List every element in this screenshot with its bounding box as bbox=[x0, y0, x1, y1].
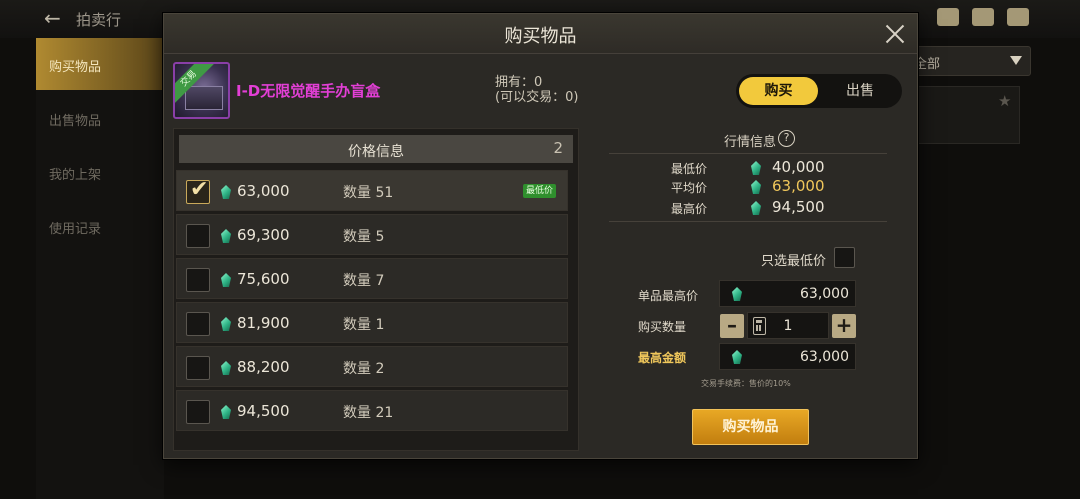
fee-note: 交易手续费：售价的10% bbox=[701, 379, 791, 388]
total-max-display: 63,000 bbox=[719, 343, 856, 370]
row-quantity: 数量 1 bbox=[343, 317, 385, 333]
lowest-price-label: 最低价 bbox=[671, 162, 708, 176]
tab-sell[interactable]: 出售 bbox=[822, 77, 898, 105]
divider bbox=[609, 221, 887, 222]
sidebar-item-sell[interactable]: 出售物品 bbox=[36, 92, 164, 144]
row-checkbox[interactable]: ✔ bbox=[186, 177, 210, 204]
gem-icon bbox=[751, 180, 761, 194]
tab-buy[interactable]: 购买 bbox=[739, 77, 818, 105]
row-price: 88,200 bbox=[237, 358, 290, 376]
quantity-label: 购买数量 bbox=[638, 320, 687, 334]
gem-icon bbox=[221, 273, 231, 287]
row-checkbox[interactable] bbox=[186, 312, 210, 336]
gem-icon bbox=[221, 185, 231, 199]
highest-price-label: 最高价 bbox=[671, 202, 708, 216]
price-row[interactable]: ✔ 63,000 数量 51 最低价 bbox=[176, 170, 568, 211]
quantity-value: 1 bbox=[783, 318, 793, 334]
quantity-input[interactable]: 1 bbox=[747, 312, 829, 339]
row-price: 75,600 bbox=[237, 270, 290, 288]
row-quantity: 数量 21 bbox=[343, 405, 394, 421]
only-lowest-label: 只选最低价 bbox=[761, 254, 827, 269]
gem-icon bbox=[221, 361, 231, 375]
price-row[interactable]: 94,500 数量 21 bbox=[176, 390, 568, 431]
unit-max-price-input[interactable]: 63,000 bbox=[719, 280, 856, 307]
back-arrow-icon[interactable]: ← bbox=[44, 8, 66, 28]
unit-max-price-value: 63,000 bbox=[800, 286, 849, 302]
increment-button[interactable]: + bbox=[832, 314, 856, 338]
price-list-panel: 价格信息 2 ✔ 63,000 数量 51 最低价 69,300 数量 5 75… bbox=[173, 128, 579, 451]
gem-icon bbox=[221, 405, 231, 419]
price-row[interactable]: 75,600 数量 7 bbox=[176, 258, 568, 299]
gem-icon bbox=[732, 287, 742, 301]
modal-title: 购买物品 bbox=[504, 26, 577, 47]
total-max-value: 63,000 bbox=[800, 349, 849, 365]
owned-info: 拥有：0 (可以交易：0) bbox=[495, 75, 578, 105]
average-price-value: 63,000 bbox=[772, 177, 825, 195]
price-row[interactable]: 81,900 数量 1 bbox=[176, 302, 568, 343]
gem-icon bbox=[751, 201, 761, 215]
gem-icon bbox=[221, 317, 231, 331]
row-checkbox[interactable] bbox=[186, 356, 210, 380]
item-name: I-D无限觉醒手办盲盒 bbox=[236, 82, 381, 100]
buy-item-modal: 购买物品 交易 I-D无限觉醒手办盲盒 拥有：0 (可以交易：0) 购买 出售 … bbox=[163, 13, 918, 459]
only-lowest-checkbox[interactable] bbox=[834, 247, 855, 268]
sidebar-item-my-listings[interactable]: 我的上架 bbox=[36, 146, 164, 198]
price-list-title: 价格信息 bbox=[348, 144, 404, 160]
price-row[interactable]: 88,200 数量 2 bbox=[176, 346, 568, 387]
gem-icon bbox=[751, 161, 761, 175]
row-checkbox[interactable] bbox=[186, 268, 210, 292]
row-quantity: 数量 7 bbox=[343, 273, 385, 289]
row-price: 94,500 bbox=[237, 402, 290, 420]
row-price: 81,900 bbox=[237, 314, 290, 332]
modal-header: 购买物品 bbox=[164, 14, 917, 54]
chat-icon[interactable] bbox=[1007, 8, 1029, 26]
star-icon[interactable]: ★ bbox=[998, 92, 1011, 110]
row-quantity: 数量 5 bbox=[343, 229, 385, 245]
highest-price-value: 94,500 bbox=[772, 198, 825, 216]
tradable-count: (可以交易：0) bbox=[495, 90, 579, 105]
item-box-image bbox=[185, 86, 223, 110]
price-list-header: 价格信息 2 bbox=[179, 135, 573, 163]
price-list-count: 2 bbox=[553, 139, 563, 157]
total-max-label: 最高金额 bbox=[638, 351, 687, 365]
row-quantity: 数量 51 bbox=[343, 185, 394, 201]
row-checkbox[interactable] bbox=[186, 400, 210, 424]
sidebar-item-buy[interactable]: 购买物品 bbox=[36, 38, 164, 90]
price-row[interactable]: 69,300 数量 5 bbox=[176, 214, 568, 255]
close-icon[interactable] bbox=[880, 19, 910, 49]
row-price: 63,000 bbox=[237, 182, 290, 200]
row-price: 69,300 bbox=[237, 226, 290, 244]
sidebar-item-usage-log[interactable]: 使用记录 bbox=[36, 200, 164, 252]
lowest-price-value: 40,000 bbox=[772, 158, 825, 176]
checkmark-icon: ✔ bbox=[190, 177, 209, 202]
chevron-down-icon bbox=[1010, 56, 1022, 65]
item-thumbnail[interactable]: 交易 bbox=[173, 62, 230, 119]
buy-item-button[interactable]: 购买物品 bbox=[692, 409, 809, 445]
row-checkbox[interactable] bbox=[186, 224, 210, 248]
background-title: 拍卖行 bbox=[76, 11, 122, 29]
row-quantity: 数量 2 bbox=[343, 361, 385, 377]
buy-sell-toggle: 购买 出售 bbox=[736, 74, 902, 108]
decrement-button[interactable]: – bbox=[720, 314, 744, 338]
lowest-price-badge: 最低价 bbox=[523, 184, 557, 198]
category-dropdown[interactable]: 全部 bbox=[905, 46, 1031, 76]
crown-icon[interactable] bbox=[937, 8, 959, 26]
average-price-label: 平均价 bbox=[671, 181, 708, 195]
unit-max-price-label: 单品最高价 bbox=[638, 289, 699, 303]
gem-icon bbox=[221, 229, 231, 243]
owned-count: 拥有：0 bbox=[495, 75, 543, 90]
mail-icon[interactable] bbox=[972, 8, 994, 26]
gem-icon bbox=[732, 350, 742, 364]
divider bbox=[609, 153, 887, 154]
help-icon[interactable]: ? bbox=[778, 130, 795, 147]
market-info-title: 行情信息 bbox=[724, 135, 777, 150]
